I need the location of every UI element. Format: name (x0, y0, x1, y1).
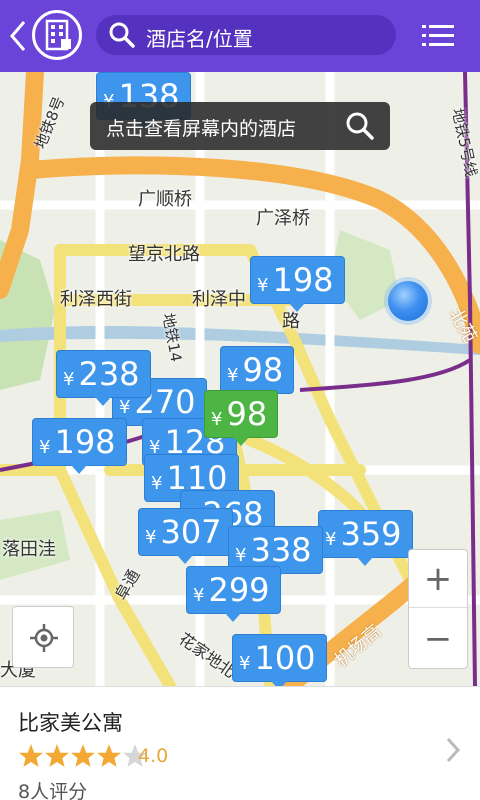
hotel-price-marker[interactable]: ¥198 (250, 256, 345, 312)
hotel-price-marker[interactable]: ¥98 (220, 346, 295, 402)
hotel-price-marker[interactable]: ¥198 (32, 418, 127, 474)
hotel-price-marker[interactable]: ¥299 (186, 566, 281, 622)
currency-symbol: ¥ (145, 527, 157, 548)
list-view-icon[interactable] (420, 22, 456, 50)
road-label: 落田洼 (2, 539, 56, 560)
road-label: 利泽西街 (60, 289, 132, 310)
price-value: 307 (160, 513, 222, 551)
road-label: 望京北路 (128, 244, 200, 265)
currency-symbol: ¥ (39, 437, 51, 458)
price-value: 98 (226, 395, 268, 433)
hotel-info-card[interactable]: 比家美公寓 4.0 8人评分 (0, 686, 480, 800)
road-label: 广泽桥 (256, 208, 310, 229)
price-value: 238 (78, 355, 140, 393)
star-rating (18, 743, 148, 769)
rating-score: 4.0 (138, 745, 169, 767)
zoom-in-button[interactable]: + (409, 550, 467, 608)
search-icon (109, 22, 135, 48)
road-label: 利泽中 (192, 289, 246, 310)
currency-symbol: ¥ (119, 397, 131, 418)
star-filled-icon (19, 744, 43, 767)
search-area-text: 点击查看屏幕内的酒店 (106, 118, 297, 140)
search-input[interactable]: 酒店名/位置 (96, 15, 396, 55)
hotel-name: 比家美公寓 (18, 711, 123, 735)
current-location-dot (388, 281, 428, 321)
price-value: 299 (208, 571, 270, 609)
crosshair-icon (30, 624, 58, 652)
currency-symbol: ¥ (193, 585, 205, 606)
star-filled-icon (45, 744, 69, 767)
currency-symbol: ¥ (239, 653, 251, 674)
currency-symbol: ¥ (227, 365, 239, 386)
price-value: 198 (54, 423, 116, 461)
road-label: 广顺桥 (138, 189, 192, 210)
hotel-price-marker-selected[interactable]: ¥98 (204, 390, 279, 446)
locate-me-button[interactable] (12, 606, 74, 668)
currency-symbol: ¥ (211, 409, 223, 430)
zoom-control: + − (408, 549, 468, 669)
top-bar: 酒店名/位置 (0, 0, 480, 72)
price-value: 100 (254, 639, 316, 677)
search-area-banner[interactable]: 点击查看屏幕内的酒店 (90, 102, 390, 150)
back-arrow-icon[interactable] (8, 18, 28, 54)
review-count: 8人评分 (18, 781, 88, 800)
price-value: 359 (340, 515, 402, 553)
star-filled-icon (97, 744, 121, 767)
hotel-building-icon[interactable] (32, 10, 82, 60)
currency-symbol: ¥ (151, 473, 163, 494)
price-value: 98 (242, 351, 284, 389)
price-value: 198 (272, 261, 334, 299)
zoom-out-button[interactable]: − (409, 610, 467, 668)
hotel-price-marker[interactable]: ¥307 (138, 508, 233, 564)
price-value: 338 (250, 531, 312, 569)
search-placeholder: 酒店名/位置 (146, 27, 253, 51)
star-filled-icon (71, 744, 95, 767)
search-icon (346, 112, 374, 140)
currency-symbol: ¥ (257, 275, 269, 296)
hotel-price-marker[interactable]: ¥100 (232, 634, 327, 690)
currency-symbol: ¥ (235, 545, 247, 566)
currency-symbol: ¥ (63, 369, 75, 390)
hotel-price-marker[interactable]: ¥359 (318, 510, 413, 566)
currency-symbol: ¥ (325, 529, 337, 550)
chevron-right-icon[interactable] (444, 735, 462, 765)
hotel-price-marker[interactable]: ¥238 (56, 350, 151, 406)
